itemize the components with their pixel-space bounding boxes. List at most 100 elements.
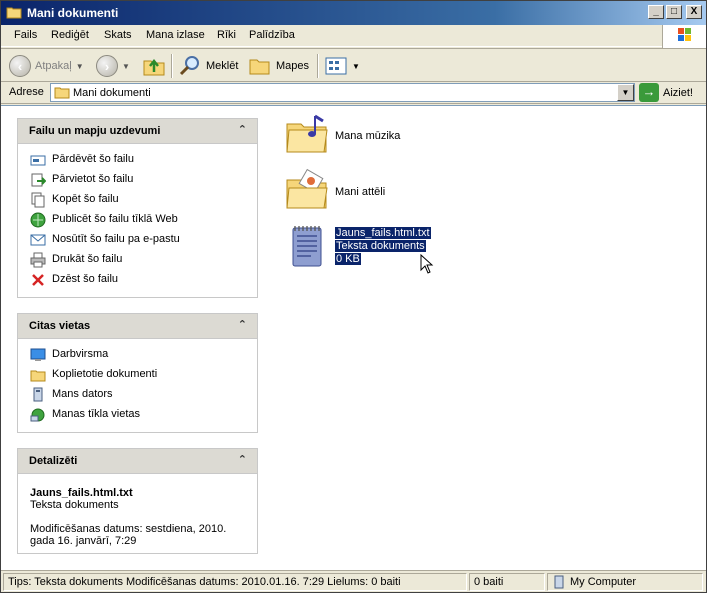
menu-tools[interactable]: Rīki — [217, 29, 236, 41]
menu-favorites[interactable]: Mana izlase — [146, 29, 205, 41]
task-label: Pārvietot šo failu — [52, 173, 134, 185]
toolbar-separator — [171, 54, 173, 78]
details-modified-line2: gada 16. janvārī, 7:29 — [30, 535, 137, 547]
move-icon — [31, 173, 46, 187]
go-button[interactable]: → Aiziet! — [639, 83, 693, 102]
panel-title: Failu un mapju uzdevumi — [29, 125, 161, 137]
file-type: Teksta dokuments — [334, 239, 427, 253]
folders-icon — [249, 59, 270, 75]
up-button[interactable] — [142, 53, 166, 79]
task-label: Nosūtīt šo failu pa e-pastu — [52, 233, 180, 245]
task-label: Pārdēvēt šo failu — [52, 153, 134, 165]
task-label: Publicēt šo failu tīklā Web — [52, 213, 178, 225]
place-label: Mans dators — [52, 388, 113, 400]
collapse-icon[interactable]: ⌃ — [238, 318, 247, 331]
maximize-button[interactable]: □ — [666, 5, 682, 19]
back-label: Atpakaļ — [35, 60, 72, 72]
status-tips: Tips: Teksta dokuments Modificēšanas dat… — [3, 573, 467, 591]
task-label: Dzēst šo failu — [52, 273, 119, 285]
collapse-icon[interactable]: ⌃ — [238, 453, 247, 466]
file-tasks-header[interactable]: Failu un mapju uzdevumi ⌃ — [18, 119, 257, 144]
email-icon — [30, 234, 46, 246]
other-places-header[interactable]: Citas vietas ⌃ — [18, 314, 257, 339]
task-delete[interactable]: Dzēst šo failu — [18, 270, 257, 290]
music-folder-icon — [286, 114, 328, 153]
task-print[interactable]: Drukāt šo failu — [18, 250, 257, 270]
menu-bar: Fails Rediģēt Skats Mana izlase Rīki Pal… — [1, 25, 706, 49]
task-label: Drukāt šo failu — [52, 253, 123, 265]
task-move[interactable]: Pārvietot šo failu — [18, 170, 257, 190]
address-field[interactable]: Mani dokumenti ▼ — [50, 83, 635, 102]
menu-view[interactable]: Skats — [104, 29, 132, 41]
forward-arrow-icon: › — [96, 55, 118, 77]
details-filename: Jauns_fails.html.txt — [30, 487, 133, 499]
pictures-folder-icon — [286, 168, 328, 209]
address-dropdown-button[interactable]: ▼ — [617, 84, 634, 101]
delete-icon — [32, 274, 44, 286]
mouse-cursor-icon — [420, 254, 434, 274]
go-arrow-icon: → — [639, 83, 659, 102]
menu-edit[interactable]: Rediģēt — [51, 29, 89, 41]
views-button[interactable]: ▼ — [324, 53, 360, 79]
text-document-icon — [292, 226, 322, 267]
menu-file[interactable]: Fails — [14, 29, 37, 41]
status-size: 0 baiti — [469, 573, 545, 591]
rename-icon — [30, 155, 46, 166]
minimize-button[interactable]: _ — [648, 5, 664, 19]
file-name: Mana mūzika — [335, 130, 401, 142]
place-shared-documents[interactable]: Koplietotie dokumenti — [18, 365, 257, 385]
title-bar[interactable]: Mani dokumenti _ □ X — [1, 1, 706, 25]
place-desktop[interactable]: Darbvirsma — [18, 345, 257, 365]
file-size: 0 KB — [334, 252, 362, 266]
back-button[interactable]: ‹ Atpakaļ ▼ — [9, 53, 84, 79]
file-name: Jauns_fails.html.txt — [334, 226, 432, 240]
chevron-down-icon: ▼ — [75, 61, 84, 71]
folders-button[interactable]: Mapes — [248, 53, 309, 79]
computer-icon — [33, 387, 43, 402]
collapse-icon[interactable]: ⌃ — [238, 123, 247, 136]
details-header[interactable]: Detalizēti ⌃ — [18, 449, 257, 474]
task-publish-web[interactable]: Publicēt šo failu tīklā Web — [18, 210, 257, 230]
address-value: Mani dokumenti — [73, 87, 151, 99]
task-rename[interactable]: Pārdēvēt šo failu — [18, 150, 257, 170]
task-email[interactable]: Nosūtīt šo failu pa e-pastu — [18, 230, 257, 250]
address-label: Adrese — [9, 86, 44, 98]
task-copy[interactable]: Kopēt šo failu — [18, 190, 257, 210]
search-button[interactable]: Meklēt — [178, 53, 238, 79]
forward-button[interactable]: › ▼ — [96, 53, 130, 79]
place-label: Koplietotie dokumenti — [52, 368, 158, 380]
go-label: Aiziet! — [663, 86, 693, 99]
panel-title: Citas vietas — [29, 320, 91, 332]
window-title: Mani dokumenti — [27, 6, 119, 20]
search-label: Meklēt — [206, 60, 239, 72]
folder-icon — [54, 87, 70, 99]
place-label: Darbvirsma — [52, 348, 109, 360]
toolbar-separator — [317, 54, 319, 78]
chevron-down-icon: ▼ — [352, 61, 360, 71]
folders-label: Mapes — [276, 60, 310, 72]
status-location: My Computer — [547, 573, 703, 591]
close-button[interactable]: X — [686, 5, 702, 19]
file-tasks-panel: Failu un mapju uzdevumi ⌃ Pārdēvēt šo fa… — [17, 118, 258, 298]
status-location-label: My Computer — [570, 576, 637, 588]
publish-web-icon — [30, 212, 46, 228]
explorer-window: Mani dokumenti _ □ X Fails Rediģēt Skats… — [0, 0, 707, 593]
menu-help[interactable]: Palīdzība — [249, 29, 295, 41]
folder-icon — [6, 7, 22, 19]
other-places-panel: Citas vietas ⌃ Darbvirsma Koplietotie do… — [17, 313, 258, 433]
status-bar: Tips: Teksta dokuments Modificēšanas dat… — [1, 570, 706, 592]
task-label: Kopēt šo failu — [52, 193, 119, 205]
search-icon — [179, 56, 199, 76]
toolbar: ‹ Atpakaļ ▼ › ▼ Meklēt Mapes ▼ — [1, 48, 706, 82]
network-icon — [30, 408, 45, 422]
file-name: Mani attēli — [335, 186, 386, 198]
computer-icon — [554, 575, 564, 589]
place-network[interactable]: Manas tīkla vietas — [18, 405, 257, 425]
chevron-down-icon: ▼ — [122, 61, 130, 71]
shared-folder-icon — [30, 370, 46, 382]
panel-title: Detalizēti — [29, 455, 78, 467]
desktop-icon — [30, 348, 46, 361]
details-panel: Detalizēti ⌃ Jauns_fails.html.txt Teksta… — [17, 448, 258, 554]
place-label: Manas tīkla vietas — [52, 408, 141, 420]
place-my-computer[interactable]: Mans dators — [18, 385, 257, 405]
